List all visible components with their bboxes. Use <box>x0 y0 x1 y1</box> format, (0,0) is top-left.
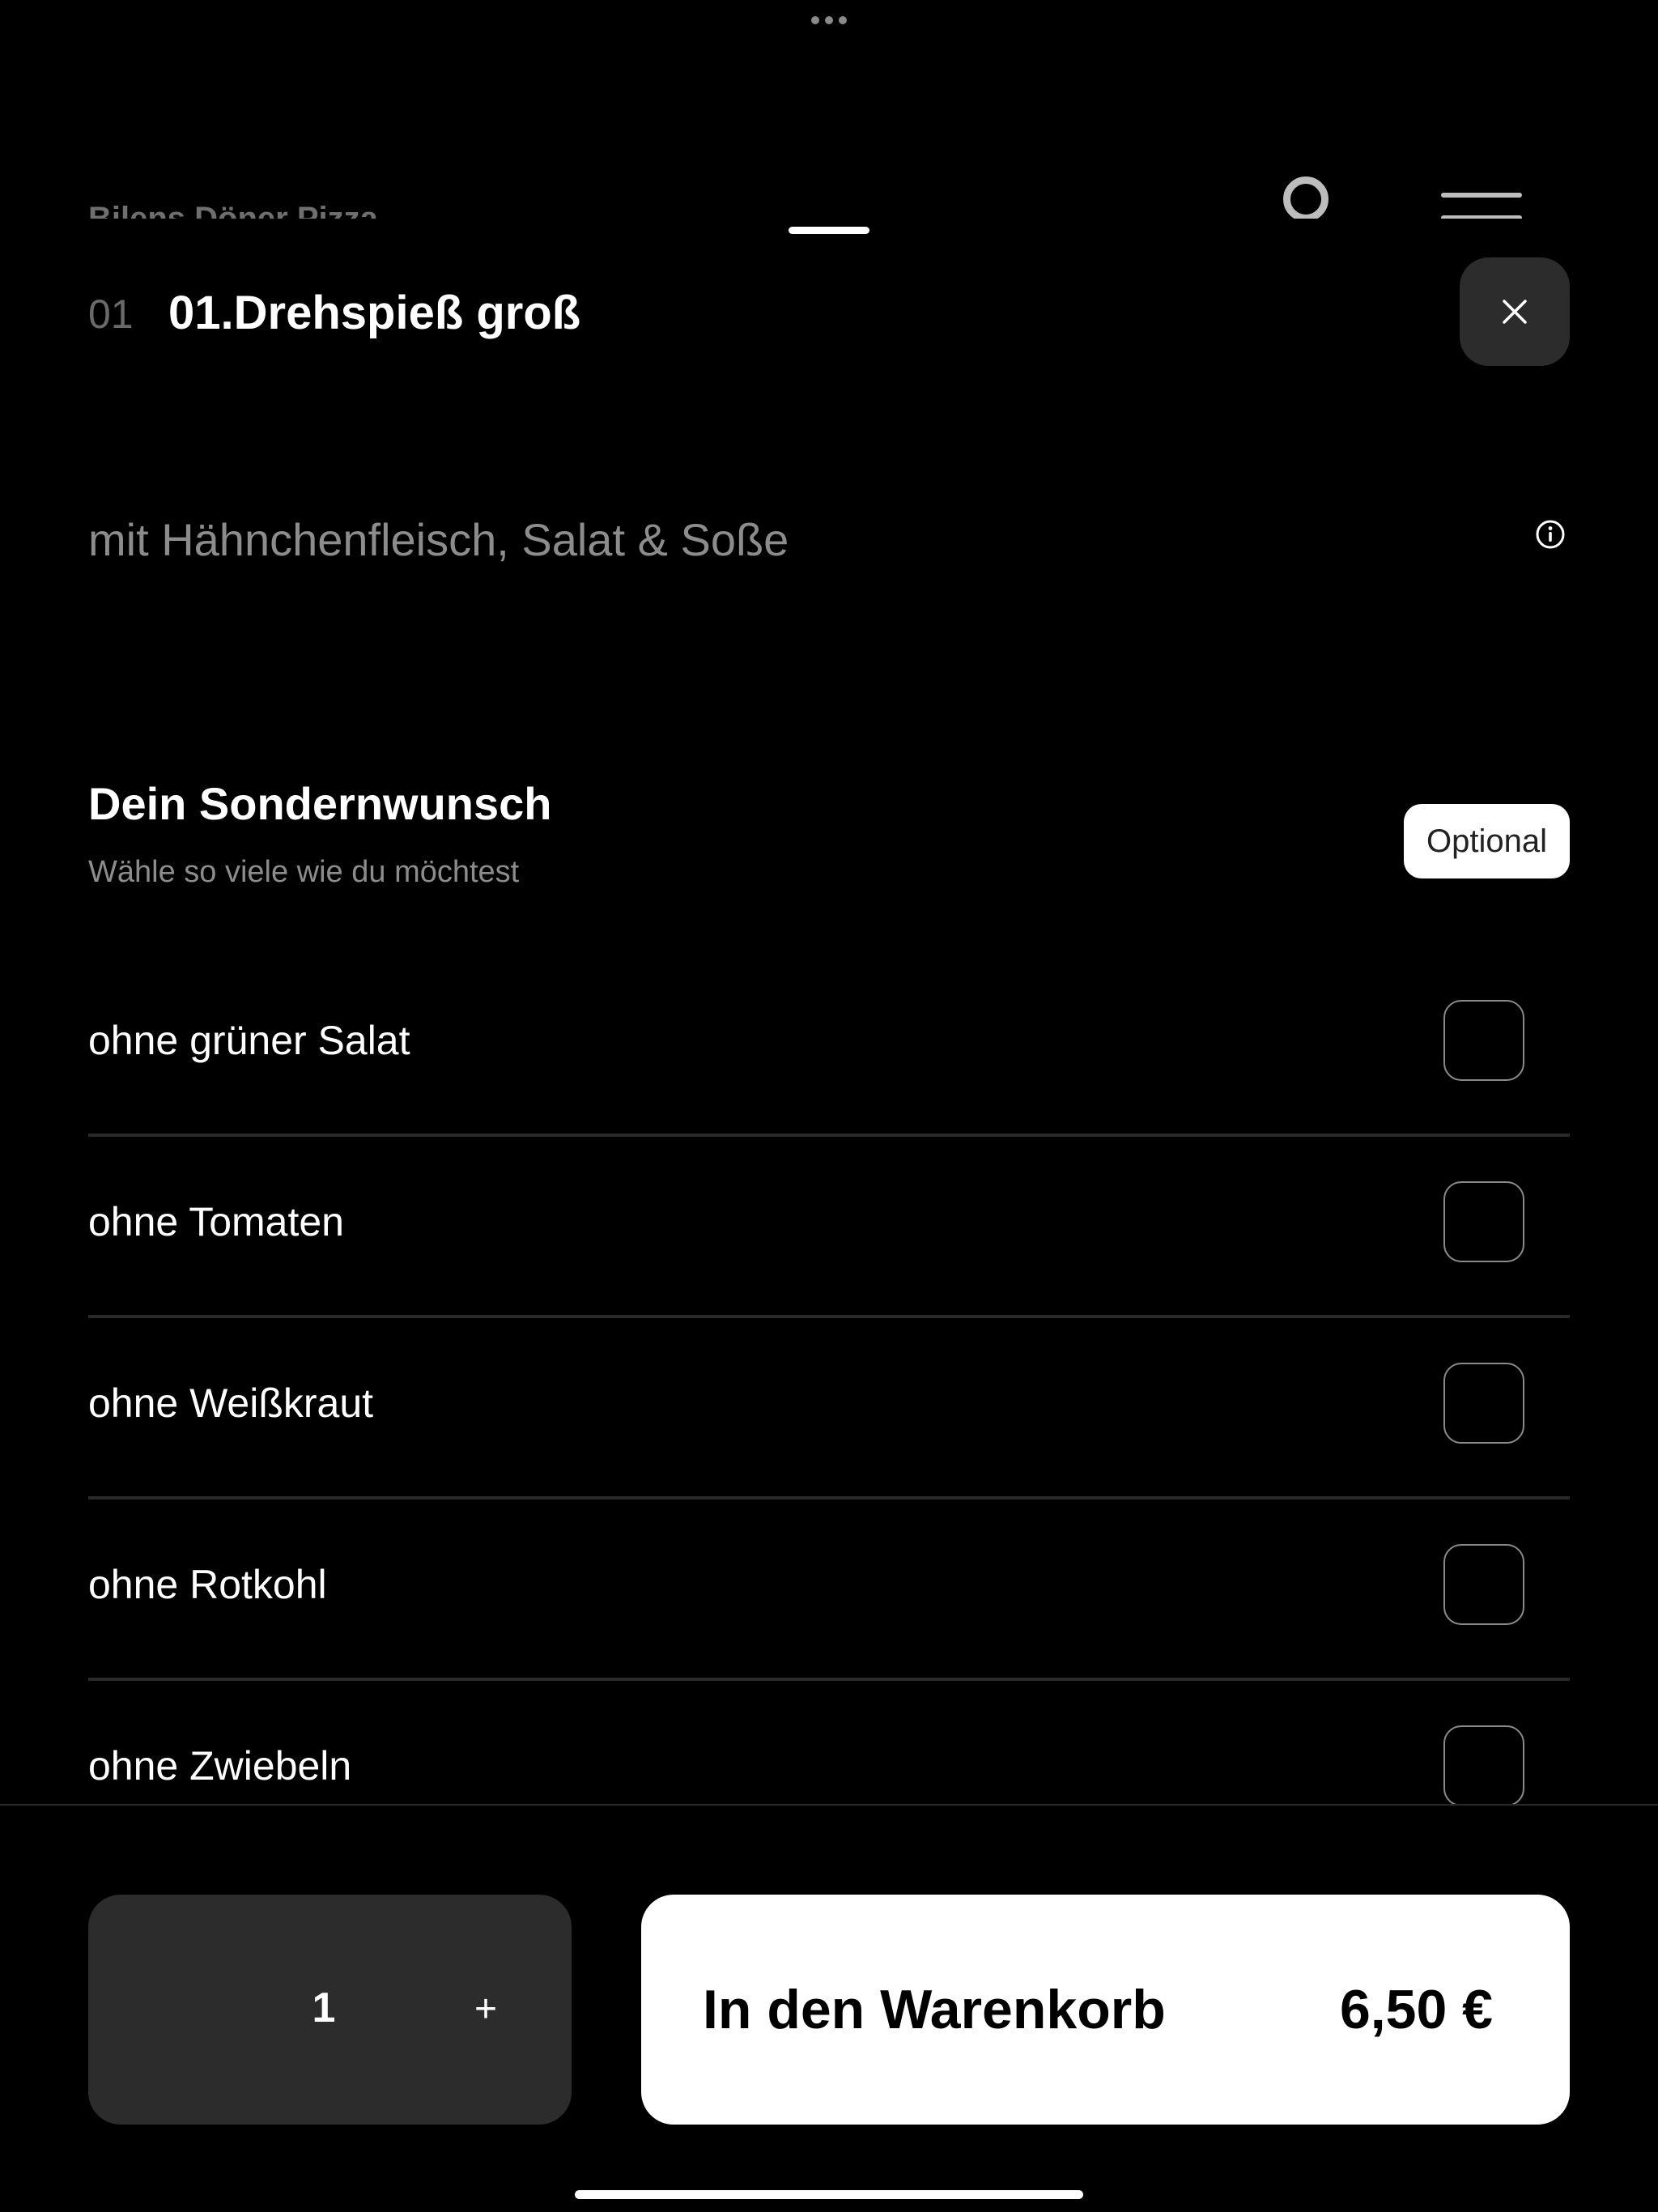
optional-badge: Optional <box>1404 804 1570 878</box>
option-row[interactable]: ohne Weißkraut <box>88 1318 1570 1499</box>
sheet-grabber[interactable] <box>789 227 869 234</box>
menu-icon[interactable] <box>1441 193 1522 219</box>
option-checkbox[interactable] <box>1443 1000 1524 1081</box>
item-description: mit Hähnchenfleisch, Salat & Soße <box>88 514 789 565</box>
option-label: ohne Zwiebeln <box>88 1743 352 1789</box>
store-name: Bilens Döner Pizza <box>88 201 378 219</box>
option-label: ohne Tomaten <box>88 1199 344 1244</box>
option-row[interactable]: ohne Zwiebeln <box>88 1681 1570 1804</box>
option-row[interactable]: ohne Tomaten <box>88 1137 1570 1318</box>
item-number: 01 <box>88 291 134 337</box>
add-to-cart-button[interactable]: In den Warenkorb 6,50 € <box>641 1895 1570 2125</box>
option-row[interactable]: ohne grüner Salat <box>88 955 1570 1137</box>
section-title: Dein Sondernwunsch <box>88 778 552 829</box>
profile-icon[interactable] <box>1283 177 1329 219</box>
option-label: ohne Weißkraut <box>88 1380 374 1426</box>
section-subtitle: Wähle so viele wie du möchtest <box>88 855 520 889</box>
close-icon <box>1503 300 1527 324</box>
info-icon[interactable] <box>1535 519 1566 550</box>
quantity-value: 1 <box>312 1984 336 2031</box>
option-checkbox[interactable] <box>1443 1181 1524 1262</box>
option-label: ohne Rotkohl <box>88 1562 327 1607</box>
home-indicator[interactable] <box>575 2190 1083 2199</box>
option-label: ohne grüner Salat <box>88 1018 410 1063</box>
option-row[interactable]: ohne Rotkohl <box>88 1499 1570 1681</box>
increment-button[interactable]: + <box>457 1980 514 2037</box>
close-button[interactable] <box>1460 257 1570 366</box>
option-checkbox[interactable] <box>1443 1725 1524 1804</box>
option-checkbox[interactable] <box>1443 1363 1524 1444</box>
add-to-cart-label: In den Warenkorb <box>703 1979 1166 2040</box>
option-checkbox[interactable] <box>1443 1544 1524 1625</box>
item-title: 01.Drehspieß groß <box>168 287 581 339</box>
background-header: Bilens Döner Pizza <box>0 0 1658 219</box>
options-list[interactable]: ohne grüner Salat ohne Tomaten ohne Weiß… <box>0 955 1658 1804</box>
price-label: 6,50 € <box>1339 1979 1493 2040</box>
